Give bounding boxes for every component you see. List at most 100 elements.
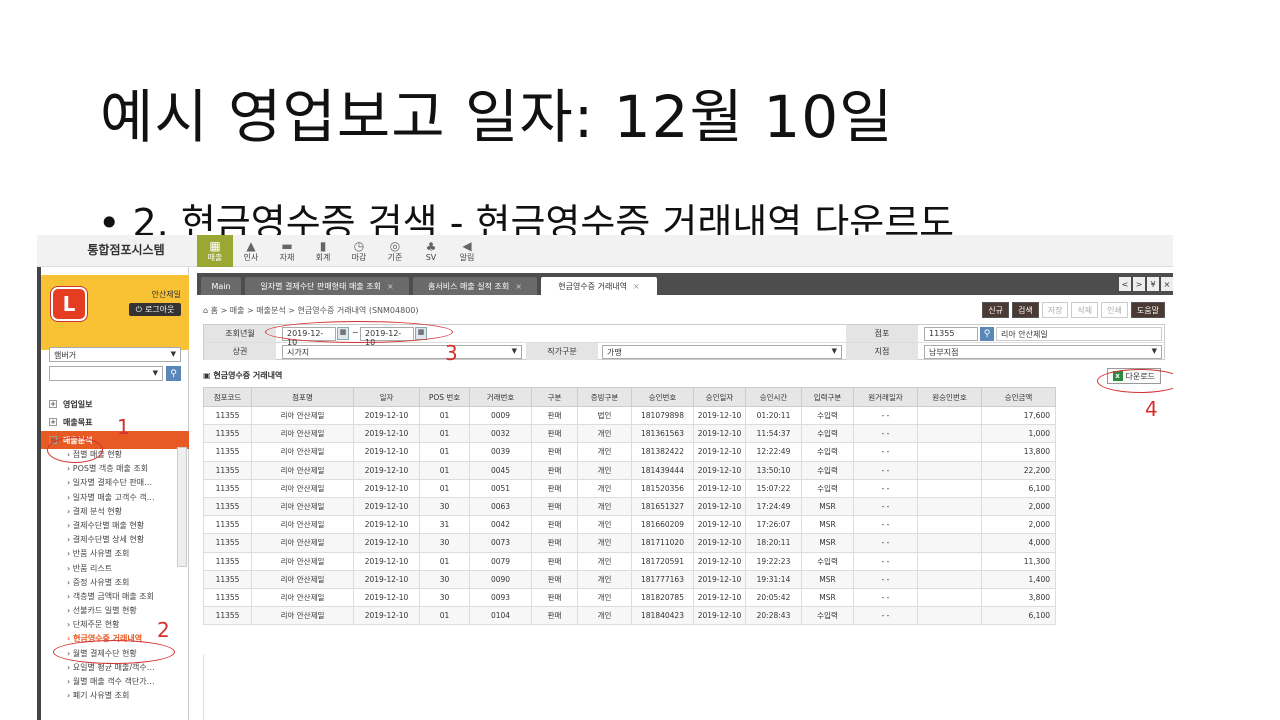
sidebar-item-6[interactable]: › 결제수단별 상세 현황 xyxy=(41,534,189,548)
direct-type-select[interactable]: 가맹 ▼ xyxy=(602,345,842,359)
table-row[interactable]: 11355 리아 안산제일 2019-12-10 01 0051 판매 개인 18152035… xyxy=(203,478,1056,498)
column-header[interactable]: 승인일자 xyxy=(693,387,746,407)
close-icon[interactable]: × xyxy=(1161,277,1173,291)
menu-item-3[interactable]: ▮ 회계 xyxy=(305,235,341,267)
table-row[interactable]: 11355 리아 안산제일 2019-12-10 31 0042 판매 개인 18166020… xyxy=(203,515,1056,535)
close-icon[interactable]: × xyxy=(515,282,522,291)
table-row[interactable]: 11355 리아 안산제일 2019-12-10 01 0079 판매 개인 18172059… xyxy=(203,551,1056,571)
menu-item-6[interactable]: ♣ SV xyxy=(413,235,449,267)
table-cell: 2019-12-10 xyxy=(693,424,746,444)
sidebar-item-label: 월별 매출 객수 객단가… xyxy=(72,677,155,686)
org-icon: ♣ xyxy=(425,239,437,254)
logout-label: 로그아웃 xyxy=(144,305,175,314)
table-cell: 0073 xyxy=(469,533,532,553)
section-title: ▣ 현금영수증 거래내역 xyxy=(203,370,282,381)
sidebar-group-1[interactable]: + 매출목표 xyxy=(41,413,189,431)
column-header[interactable]: 증빙구분 xyxy=(577,387,632,407)
store-type-select[interactable]: 햄버거 ▼ xyxy=(49,347,181,362)
sidebar-item-9[interactable]: › 증정 사유별 조회 xyxy=(41,577,189,591)
filter-row-2: 상권 시가지 ▼ 직가구분 가맹 ▼ 지점 남부지점 ▼ xyxy=(204,343,1166,361)
menu-item-2[interactable]: ▬ 자재 xyxy=(269,235,305,267)
close-icon[interactable]: × xyxy=(387,282,394,291)
table-row[interactable]: 11355 리아 안산제일 2019-12-10 30 0090 판매 개인 18177716… xyxy=(203,569,1056,589)
table-cell: - - xyxy=(853,587,918,608)
store-search-button[interactable]: ⚲ xyxy=(980,327,994,341)
column-header[interactable]: 구분 xyxy=(531,387,578,407)
table-row[interactable]: 11355 리아 안산제일 2019-12-10 01 0104 판매 개인 18184042… xyxy=(203,606,1056,626)
sidebar-item-8[interactable]: › 반품 리스트 xyxy=(41,563,189,577)
column-header[interactable]: POS 번호 xyxy=(419,387,470,407)
action-button-1[interactable]: 검색 xyxy=(1011,302,1039,318)
column-header[interactable]: 승인시간 xyxy=(745,387,802,407)
column-header[interactable]: 승인번호 xyxy=(631,387,694,407)
column-header[interactable]: 입력구분 xyxy=(801,387,854,407)
table-cell: 2019-12-10 xyxy=(353,496,420,517)
menu-search-input[interactable]: ▼ xyxy=(49,366,163,381)
area-select[interactable]: 시가지 ▼ xyxy=(282,345,522,359)
table-cell: - - xyxy=(853,424,918,444)
menu-item-1[interactable]: ▲ 인사 xyxy=(233,235,269,267)
tab-1[interactable]: 일자별 결제수단 판매형태 매출 조회 × xyxy=(245,277,409,295)
table-row[interactable]: 11355 리아 안산제일 2019-12-10 01 0045 판매 개인 18143944… xyxy=(203,460,1056,480)
table-row[interactable]: 11355 리아 안산제일 2019-12-10 01 0032 판매 개인 18136156… xyxy=(203,424,1056,444)
logout-button[interactable]: ⏻ 로그아웃 xyxy=(129,303,181,316)
action-button-5[interactable]: 도움말 xyxy=(1130,302,1165,318)
column-header[interactable]: 점포명 xyxy=(251,387,354,407)
menu-item-label: 기준 xyxy=(387,252,403,262)
action-button-2[interactable]: 저장 xyxy=(1041,302,1069,318)
action-button-0[interactable]: 신규 xyxy=(982,302,1009,318)
sidebar-item-3[interactable]: › 일자별 매출 고객수 객… xyxy=(41,492,189,506)
sidebar-item-label: 반품 사유별 조회 xyxy=(72,549,130,559)
column-header[interactable]: 원거래일자 xyxy=(853,387,918,407)
tab-3[interactable]: 현금영수증 거래내역 × xyxy=(541,277,657,295)
branch-select[interactable]: 남부지점 ▼ xyxy=(924,345,1162,359)
column-header[interactable]: 거래번호 xyxy=(469,387,532,407)
sidebar-item-5[interactable]: › 결제수단별 매출 현황 xyxy=(41,520,189,534)
chevron-right-icon[interactable]: > xyxy=(1133,277,1145,291)
sidebar-scrollbar[interactable] xyxy=(177,447,187,567)
table-cell: 판매 xyxy=(531,515,578,535)
menu-item-label: 인사 xyxy=(243,252,259,262)
table-row[interactable]: 11355 리아 안산제일 2019-12-10 30 0073 판매 개인 18171102… xyxy=(203,533,1056,553)
sidebar-item-17[interactable]: › 폐기 사유별 조회 xyxy=(41,690,189,704)
store-code-input[interactable]: 11355 xyxy=(924,327,978,341)
action-button-4[interactable]: 인쇄 xyxy=(1101,302,1128,318)
sidebar-group-0[interactable]: + 영업일보 xyxy=(41,395,189,413)
column-header[interactable]: 승인금액 xyxy=(981,387,1056,407)
sidebar-item-7[interactable]: › 반품 사유별 조회 xyxy=(41,548,189,562)
menu-item-0[interactable]: ▦ 매출 xyxy=(197,235,233,267)
column-header[interactable]: 원승인번호 xyxy=(917,387,982,407)
menu-item-7[interactable]: ◀ 알림 xyxy=(449,235,485,267)
table-header-row: 점포코드 점포명 일자 POS 번호 거래번호 구분 증빙구분 승인번호 승인일자 승인시간 입력구… xyxy=(203,387,1056,407)
menu-item-5[interactable]: ◎ 기준 xyxy=(377,235,413,267)
column-header[interactable]: 점포코드 xyxy=(203,387,252,407)
sidebar-item-1[interactable]: › POS별 객층 매출 조회 xyxy=(41,463,189,477)
action-button-3[interactable]: 삭제 xyxy=(1071,302,1099,318)
main-menu: ▦ 매출 ▲ 인사 ▬ 자재 ▮ 회계 ◷ 마감 ◎ 기준 ♣ SV ◀ 알림 xyxy=(197,235,485,267)
table-row[interactable]: 11355 리아 안산제일 2019-12-10 01 0009 판매 법인 18107989… xyxy=(203,405,1056,426)
sidebar-item-label: 일자별 매출 고객수 객… xyxy=(72,492,155,502)
chevron-down-icon: ▼ xyxy=(152,369,158,377)
sidebar-item-10[interactable]: › 객층별 금액대 매출 조회 xyxy=(41,591,189,605)
table-cell: 4,000 xyxy=(981,533,1056,553)
menu-item-4[interactable]: ◷ 마감 xyxy=(341,235,377,267)
table-cell: 181382422 xyxy=(631,442,694,462)
sidebar-item-4[interactable]: › 결제 분석 현황 xyxy=(41,506,189,520)
table-cell: 19:22:23 xyxy=(745,551,802,571)
menu-search-button[interactable]: ⚲ xyxy=(166,366,181,381)
close-icon[interactable]: × xyxy=(633,282,640,291)
chevron-double-down-icon[interactable]: ¥ xyxy=(1147,277,1159,291)
table-row[interactable]: 11355 리아 안산제일 2019-12-10 30 0093 판매 개인 18182078… xyxy=(203,587,1056,608)
sidebar-item-16[interactable]: › 월별 매출 객수 객단가… xyxy=(41,676,189,690)
table-cell: 0051 xyxy=(469,478,532,498)
sidebar-item-2[interactable]: › 일자별 결제수단 판매… xyxy=(41,477,189,491)
chevron-left-icon[interactable]: < xyxy=(1119,277,1131,291)
table-cell: 11355 xyxy=(203,442,252,462)
table-row[interactable]: 11355 리아 안산제일 2019-12-10 30 0063 판매 개인 18165132… xyxy=(203,496,1056,517)
table-row[interactable]: 11355 리아 안산제일 2019-12-10 01 0039 판매 개인 18138242… xyxy=(203,442,1056,462)
table-cell: 181777163 xyxy=(631,569,694,589)
tab-2[interactable]: 홈서비스 매출 실적 조회 × xyxy=(413,277,537,295)
table-cell: 2019-12-10 xyxy=(693,606,746,626)
column-header[interactable]: 일자 xyxy=(353,387,420,407)
tab-0[interactable]: Main xyxy=(201,277,241,295)
